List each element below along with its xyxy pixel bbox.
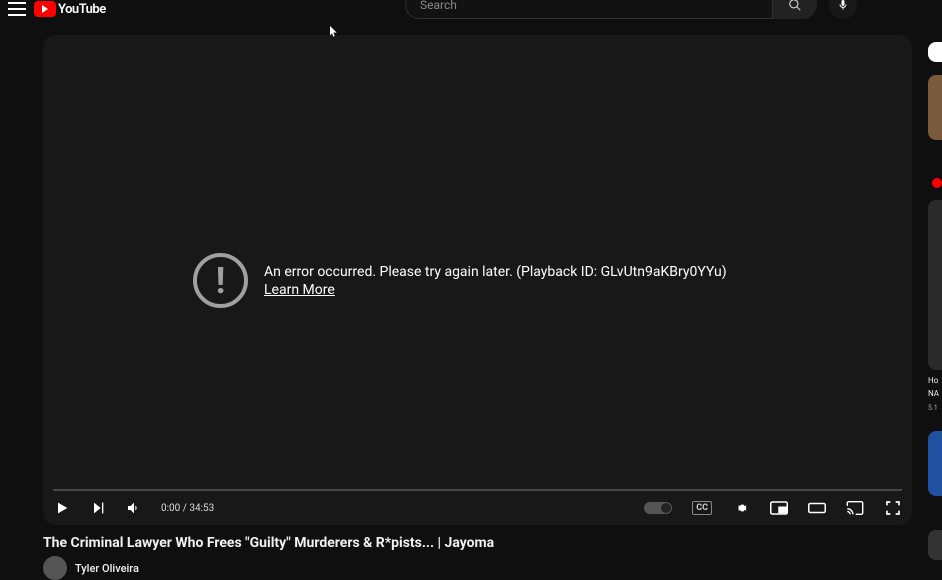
learn-more-link[interactable]: Learn More [264,282,727,298]
play-button[interactable] [53,499,71,517]
recommended-title[interactable]: Ho [928,376,942,385]
error-exclamation-icon: ! [193,253,248,308]
recommended-meta: 5.1 [928,404,942,412]
error-message: An error occurred. Please try again late… [264,264,727,280]
filter-chip[interactable] [928,42,942,62]
video-title: The Criminal Lawyer Who Frees "Guilty" M… [43,535,494,551]
next-button[interactable] [89,499,107,517]
gear-icon [733,500,749,516]
fullscreen-icon [885,500,901,516]
cast-icon [846,501,864,515]
recommended-thumb[interactable] [928,200,942,370]
play-icon [54,500,70,516]
miniplayer-button[interactable] [770,499,788,517]
volume-icon [126,500,142,516]
time-display: 0:00 / 34:53 [161,503,214,514]
channel-row: Tyler Oliveira [43,556,139,580]
recommended-thumb[interactable] [928,431,942,496]
miniplayer-icon [770,501,788,515]
channel-avatar[interactable] [43,556,67,580]
theater-icon [808,502,826,514]
autoplay-toggle[interactable] [644,502,672,514]
menu-button[interactable] [8,2,26,16]
video-player[interactable]: ! An error occurred. Please try again la… [43,35,912,525]
recommended-thumb[interactable] [928,75,942,140]
youtube-logo[interactable]: YouTube [34,1,106,17]
live-badge [932,178,942,188]
recommended-thumb[interactable] [928,530,942,560]
logo-play-icon [34,1,56,17]
error-overlay: ! An error occurred. Please try again la… [193,253,727,308]
next-icon [90,500,106,516]
logo-text: YouTube [58,2,106,17]
search-icon [788,0,802,12]
voice-search-button[interactable] [829,0,857,19]
fullscreen-button[interactable] [884,499,902,517]
microphone-icon [837,0,849,11]
recommended-title[interactable]: NA [928,389,942,398]
cast-button[interactable] [846,499,864,517]
theater-button[interactable] [808,499,826,517]
channel-name[interactable]: Tyler Oliveira [75,562,139,575]
settings-button[interactable] [732,499,750,517]
volume-button[interactable] [125,499,143,517]
search-input[interactable]: Search [405,0,773,19]
search-button[interactable] [773,0,817,19]
search-placeholder: Search [420,0,457,12]
captions-button[interactable]: CC [692,501,712,515]
